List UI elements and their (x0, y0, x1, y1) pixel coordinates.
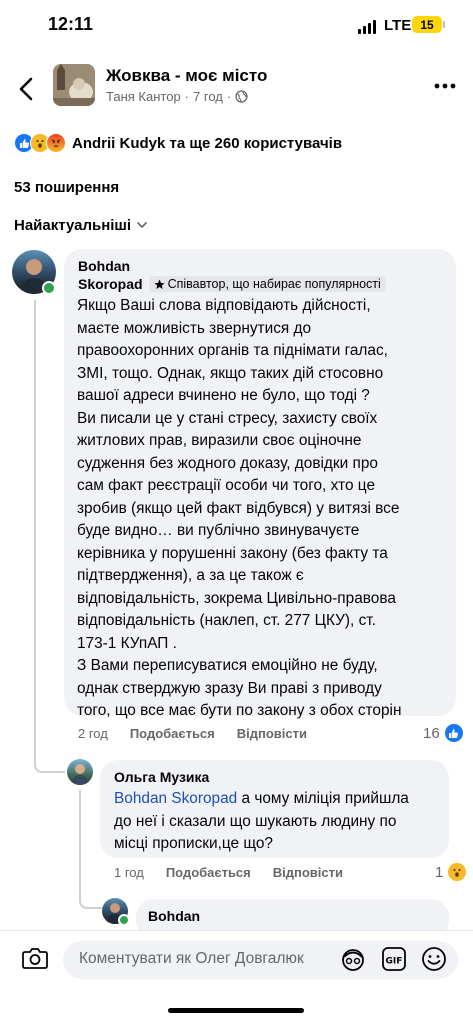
badge-label: Співавтор, що набирає популярності (167, 277, 381, 291)
globe-icon (235, 90, 248, 103)
signal-icon (358, 20, 376, 34)
mention-link[interactable]: Bohdan Skoropad (114, 790, 237, 807)
online-indicator (42, 281, 56, 295)
battery-level: 15 (420, 17, 434, 32)
comment-author[interactable]: Bohdan (148, 908, 200, 924)
comment-text-rest: до неї і сказали що шукають людину по мі… (114, 812, 397, 853)
thread-line (79, 790, 81, 890)
avatar-sticker-icon[interactable] (340, 946, 366, 972)
comment-time[interactable]: 2 год (78, 726, 108, 741)
group-title[interactable]: Жовква - моє місто (106, 66, 267, 86)
comment-actions: 2 год Подобається Відповісти (78, 726, 307, 741)
like-button[interactable]: Подобається (130, 726, 215, 741)
emoji-icon[interactable] (421, 946, 447, 972)
angry-icon (46, 133, 66, 153)
network-label: LTE (384, 17, 412, 34)
post-meta: Таня Кантор · 7 год · (106, 89, 248, 104)
comment-text: Якщо Ваші слова відповідають дійсності, … (77, 297, 402, 719)
comment-author[interactable]: Bohdan (78, 258, 130, 274)
like-icon (443, 723, 464, 743)
more-options-icon[interactable] (433, 80, 457, 92)
battery-tip (443, 21, 445, 28)
meta-separator: · (184, 89, 190, 104)
comment-time[interactable]: 1 год (114, 865, 144, 880)
comment-author[interactable]: Ольга Музика (114, 769, 209, 785)
comment-text: Bohdan Skoropad а чому міліція прийшла д… (114, 788, 446, 856)
comment-text-first: а чому міліція прийшла (237, 790, 409, 807)
reply-button[interactable]: Відповісти (237, 726, 307, 741)
status-time: 12:11 (48, 14, 94, 34)
group-photo-icon (53, 64, 95, 106)
sort-label: Найактуальніші (14, 217, 132, 234)
avatar-photo-icon (71, 764, 89, 785)
reply-connector (34, 750, 65, 773)
camera-icon[interactable] (22, 946, 48, 970)
comment-reactions[interactable]: 1 (435, 862, 468, 882)
status-badge: Співавтор, що набирає популярності (148, 276, 386, 292)
online-indicator (118, 914, 130, 926)
reaction-count: 16 (423, 724, 440, 742)
post-time[interactable]: 7 год (193, 89, 223, 104)
reply-connector (79, 890, 102, 909)
comment-author-surname[interactable]: Skoropad (78, 276, 143, 292)
post-author[interactable]: Таня Кантор (106, 89, 181, 104)
reaction-count: 1 (435, 863, 444, 881)
star-icon (154, 279, 165, 289)
home-indicator (168, 1008, 304, 1013)
reactions-text: Andrii Kudyk та ще 260 користувачів (72, 134, 343, 152)
gif-icon[interactable]: GIF (381, 946, 407, 972)
meta-separator: · (226, 89, 232, 104)
comment-actions: 1 год Подобається Відповісти (114, 865, 343, 880)
reactions-summary[interactable]: Andrii Kudyk та ще 260 користувачів (14, 133, 342, 153)
wow-icon (447, 862, 468, 882)
sort-dropdown[interactable]: Найактуальніші (14, 217, 147, 234)
chevron-down-icon (137, 222, 147, 229)
shares-count[interactable]: 53 поширення (14, 179, 119, 196)
reply-button[interactable]: Відповісти (273, 865, 343, 880)
back-arrow-icon[interactable] (14, 76, 40, 102)
thread-line (34, 300, 36, 760)
group-avatar[interactable] (53, 64, 95, 106)
like-button[interactable]: Подобається (166, 865, 251, 880)
svg-text:GIF: GIF (386, 957, 403, 967)
battery-icon: 15 (412, 16, 442, 33)
comment-reactions[interactable]: 16 (423, 723, 464, 743)
comment-author-row: Skoropad Співавтор, що набирає популярно… (78, 276, 386, 292)
avatar[interactable] (67, 759, 93, 785)
comment-input-placeholder: Коментувати як Олег Довгалюк (79, 950, 304, 967)
